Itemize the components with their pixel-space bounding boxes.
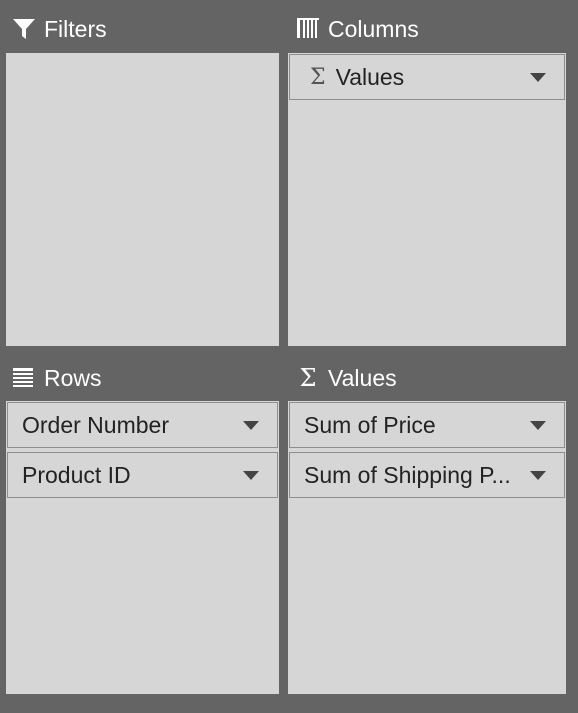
rows-drop-area[interactable]: Order Number Product ID — [6, 401, 279, 694]
field-label: Order Number — [22, 411, 169, 438]
rows-field-product-id[interactable]: Product ID — [7, 452, 278, 498]
field-label: Sum of Shipping P... — [304, 461, 511, 488]
columns-field-list: Σ Values — [288, 53, 566, 105]
filters-header: Filters — [12, 14, 107, 44]
filters-drop-area[interactable] — [6, 53, 279, 346]
rows-field-list: Order Number Product ID — [6, 401, 279, 503]
filter-icon — [12, 17, 36, 41]
chevron-down-icon[interactable] — [243, 421, 259, 430]
values-title: Values — [328, 364, 397, 391]
values-field-list: Sum of Price Sum of Shipping P... — [288, 401, 566, 503]
columns-icon — [296, 17, 320, 41]
rows-header: Rows — [12, 363, 102, 393]
chevron-down-icon[interactable] — [530, 471, 546, 480]
field-label: Sum of Price — [304, 411, 436, 438]
sigma-icon: Σ — [310, 64, 326, 90]
columns-values-field[interactable]: Σ Values — [289, 54, 565, 100]
values-field-sum-of-price[interactable]: Sum of Price — [289, 402, 565, 448]
chevron-down-icon[interactable] — [243, 471, 259, 480]
chevron-down-icon[interactable] — [530, 73, 546, 82]
filters-title: Filters — [44, 15, 107, 42]
columns-drop-area[interactable]: Σ Values — [288, 53, 566, 346]
columns-title: Columns — [328, 15, 419, 42]
rows-title: Rows — [44, 364, 102, 391]
field-label: Product ID — [22, 461, 131, 488]
rows-field-order-number[interactable]: Order Number — [7, 402, 278, 448]
values-field-sum-of-shipping[interactable]: Sum of Shipping P... — [289, 452, 565, 498]
chevron-down-icon[interactable] — [530, 421, 546, 430]
columns-header: Columns — [296, 14, 419, 44]
values-drop-area[interactable]: Sum of Price Sum of Shipping P... — [288, 401, 566, 694]
rows-icon — [12, 366, 36, 390]
sigma-icon: Σ — [299, 364, 317, 392]
field-label: Values — [335, 63, 405, 90]
values-header: Σ Values — [296, 363, 397, 393]
